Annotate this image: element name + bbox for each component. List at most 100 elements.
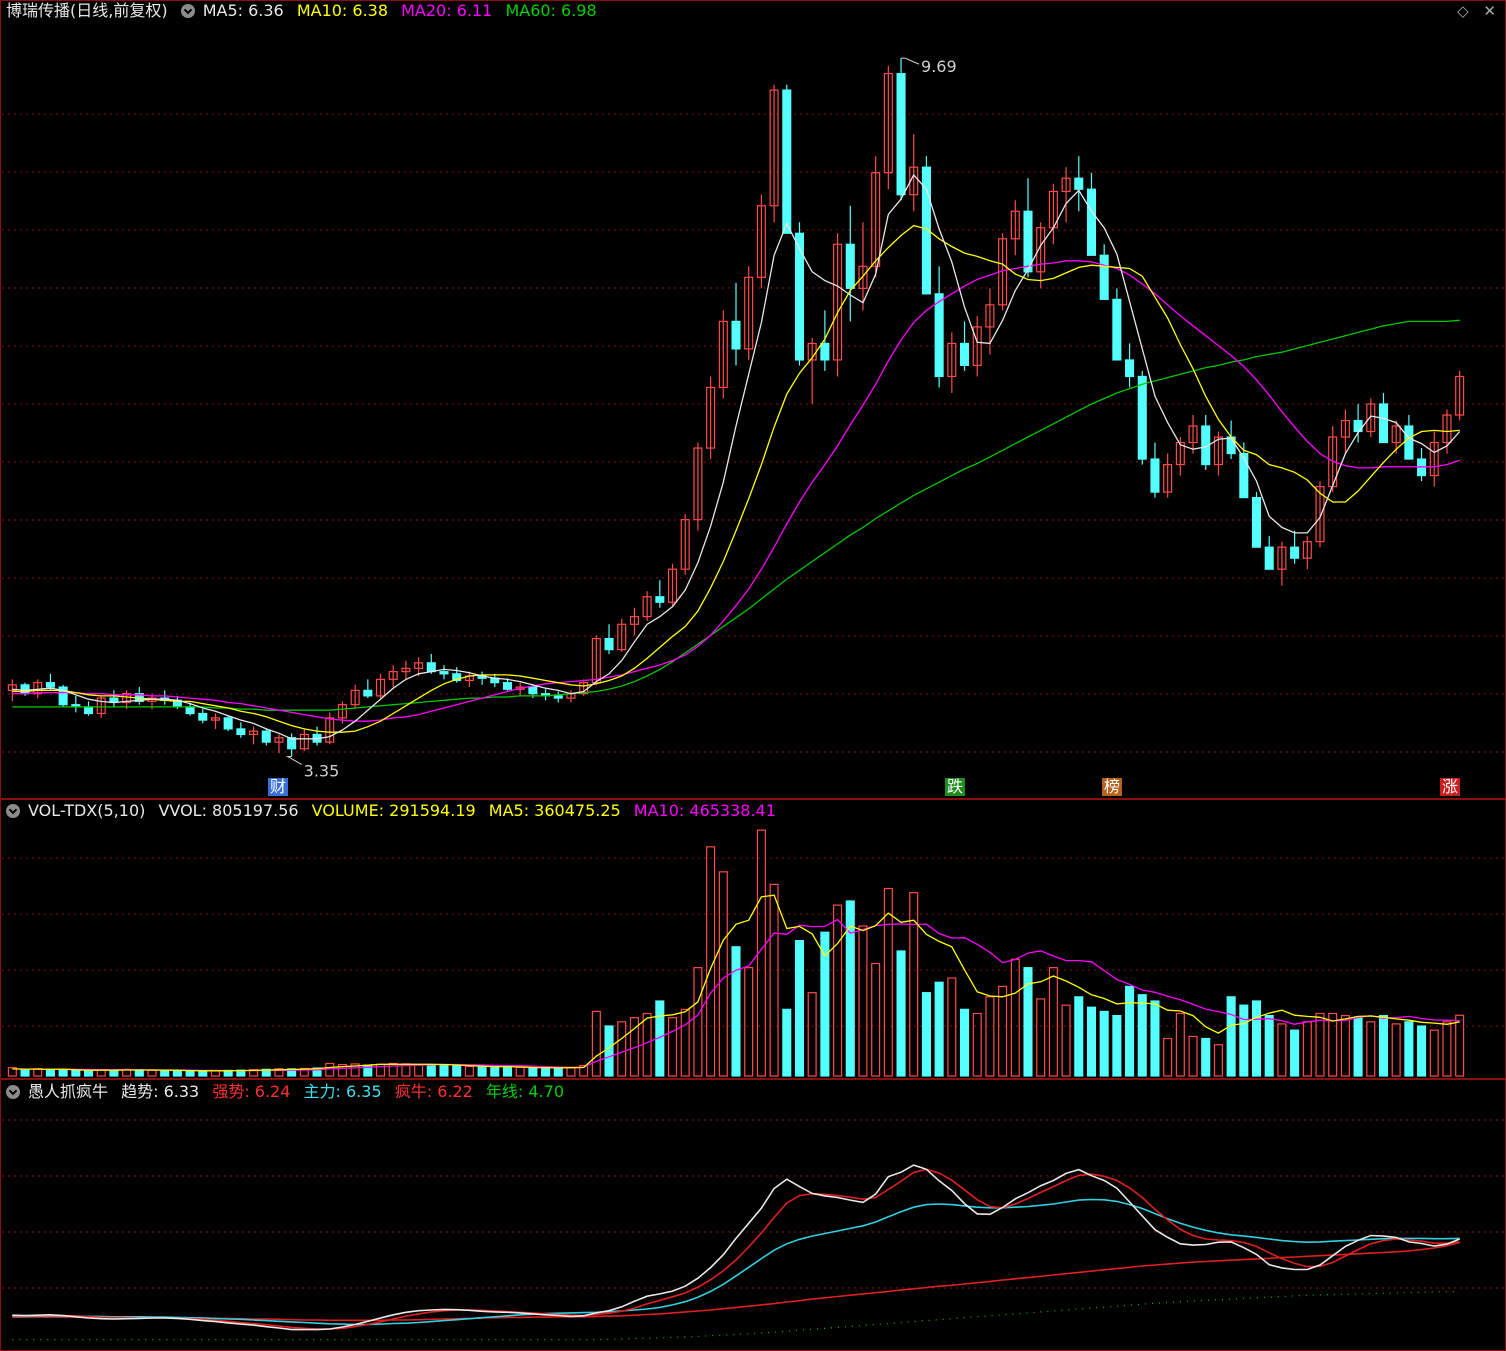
- candle-body: [934, 293, 944, 378]
- volume-bar: [198, 1070, 208, 1077]
- vol-ma5-label: MA5: 360475.25: [488, 801, 621, 820]
- trend-label: 趋势: 6.33: [121, 1082, 200, 1101]
- vol-title[interactable]: VOL-TDX(5,10): [28, 801, 145, 820]
- volume-bar: [1201, 1037, 1211, 1077]
- low-price-label: 3.35: [304, 761, 340, 780]
- ma5-label: MA5: 6.36: [202, 1, 284, 20]
- ind-title[interactable]: 愚人抓疯牛: [28, 1082, 108, 1101]
- volume-bar: [109, 1069, 119, 1077]
- candle-body: [553, 695, 563, 699]
- candle-body: [528, 686, 538, 695]
- mainforce-line: [12, 1198, 1460, 1326]
- candle-body: [223, 717, 233, 730]
- volume-bar: [1213, 1044, 1223, 1077]
- stock-chart-canvas[interactable]: 9.69 3.35: [0, 0, 1506, 1351]
- volume-bar: [45, 1069, 55, 1077]
- volume-bar: [921, 992, 931, 1077]
- candle-body: [439, 671, 449, 675]
- stock-title[interactable]: 博瑞传播: [6, 1, 70, 20]
- candle-body: [1112, 298, 1122, 361]
- volume-bar: [1251, 1000, 1262, 1077]
- candle-body: [426, 662, 436, 673]
- volume-bar: [1150, 1000, 1160, 1077]
- volume-bar: [553, 1067, 563, 1077]
- volume-bar: [1417, 1025, 1427, 1077]
- candle-body: [1404, 425, 1414, 460]
- event-tag-rise[interactable]: 涨: [1440, 778, 1461, 796]
- candle-body: [20, 684, 30, 695]
- chart-mode[interactable]: (日线,前复权): [70, 1, 168, 20]
- candle-body: [820, 342, 830, 361]
- chevron-down-icon[interactable]: [6, 1085, 20, 1099]
- volume-bar: [1429, 1029, 1439, 1077]
- volume-bar: [464, 1065, 474, 1077]
- diamond-icon[interactable]: ◇: [1457, 2, 1469, 20]
- chevron-down-icon[interactable]: [6, 804, 20, 818]
- volume-bar: [833, 904, 843, 1077]
- vol-ma10-label: MA10: 465338.41: [633, 801, 776, 820]
- volume-bar: [147, 1069, 157, 1077]
- volume-bar: [1188, 1035, 1198, 1077]
- volume-bar: [959, 1008, 970, 1077]
- volume-bar: [1125, 985, 1135, 1077]
- volume-bar: [1455, 1014, 1465, 1077]
- event-tag-fall[interactable]: 跌: [945, 778, 966, 796]
- volume-bar: [1099, 1010, 1109, 1077]
- candle-body: [45, 682, 55, 688]
- volume-bar: [452, 1065, 462, 1077]
- candle-body: [185, 706, 195, 715]
- volume-bar: [680, 1008, 690, 1077]
- volume-bar: [1302, 1021, 1312, 1077]
- candle-body: [502, 682, 513, 690]
- volume-bar: [33, 1068, 43, 1077]
- volume-bar: [1391, 1023, 1401, 1077]
- trend-line: [12, 1164, 1460, 1331]
- volume-bar: [1328, 1012, 1338, 1077]
- candle-body: [1239, 452, 1249, 499]
- candle-body: [1150, 458, 1160, 493]
- volume-bar: [1175, 1012, 1185, 1077]
- volume-bar: [871, 962, 881, 1077]
- volume-bar: [858, 925, 868, 1077]
- mainforce-label: 主力: 6.35: [303, 1082, 382, 1101]
- volume-bar: [1137, 994, 1147, 1077]
- close-icon[interactable]: ✕: [1483, 2, 1496, 20]
- volume-bar: [71, 1069, 81, 1077]
- chevron-down-icon[interactable]: [180, 4, 195, 18]
- candle-body: [1099, 254, 1109, 300]
- volume-bar: [769, 883, 779, 1077]
- event-tag-finance[interactable]: 财: [268, 778, 289, 796]
- yearline-label: 年线: 4.70: [485, 1082, 565, 1101]
- candle-body: [198, 712, 208, 721]
- volume-bar: [1163, 1037, 1173, 1077]
- candle-body: [1264, 546, 1274, 570]
- volume-bar: [1378, 1014, 1389, 1077]
- volume-bar: [58, 1069, 68, 1077]
- volume-bar: [515, 1066, 525, 1077]
- event-tag-list[interactable]: 榜: [1102, 778, 1123, 796]
- volume-bar: [947, 977, 957, 1077]
- volume-bar: [1086, 1006, 1097, 1077]
- volume-bar: [617, 1021, 627, 1077]
- ma20-label: MA20: 6.11: [401, 1, 493, 20]
- volume-bar: [693, 967, 703, 1077]
- volume-bar: [896, 950, 906, 1077]
- main-panel-header: 博瑞传播(日线,前复权) MA5: 6.36 MA10: 6.38 MA20: …: [6, 0, 605, 22]
- volume-bar: [426, 1064, 436, 1077]
- volume-label: VOLUME: 291594.19: [311, 801, 476, 820]
- candle-body: [1378, 403, 1389, 444]
- volume-bar: [490, 1066, 500, 1077]
- candle-body: [794, 232, 805, 361]
- volume-bar: [20, 1069, 30, 1077]
- volume-bar: [998, 985, 1008, 1077]
- volume-bar: [972, 1012, 982, 1077]
- vvol-label: VVOL: 805197.56: [158, 801, 299, 820]
- volume-bar: [744, 967, 754, 1077]
- volume-bar: [477, 1066, 487, 1077]
- candle-body: [236, 728, 246, 736]
- volume-bar: [502, 1066, 513, 1077]
- strong-line: [12, 1168, 1460, 1330]
- strong-label: 强势: 6.24: [212, 1082, 291, 1101]
- volume-bar: [1061, 1004, 1071, 1077]
- candle-body: [845, 243, 855, 289]
